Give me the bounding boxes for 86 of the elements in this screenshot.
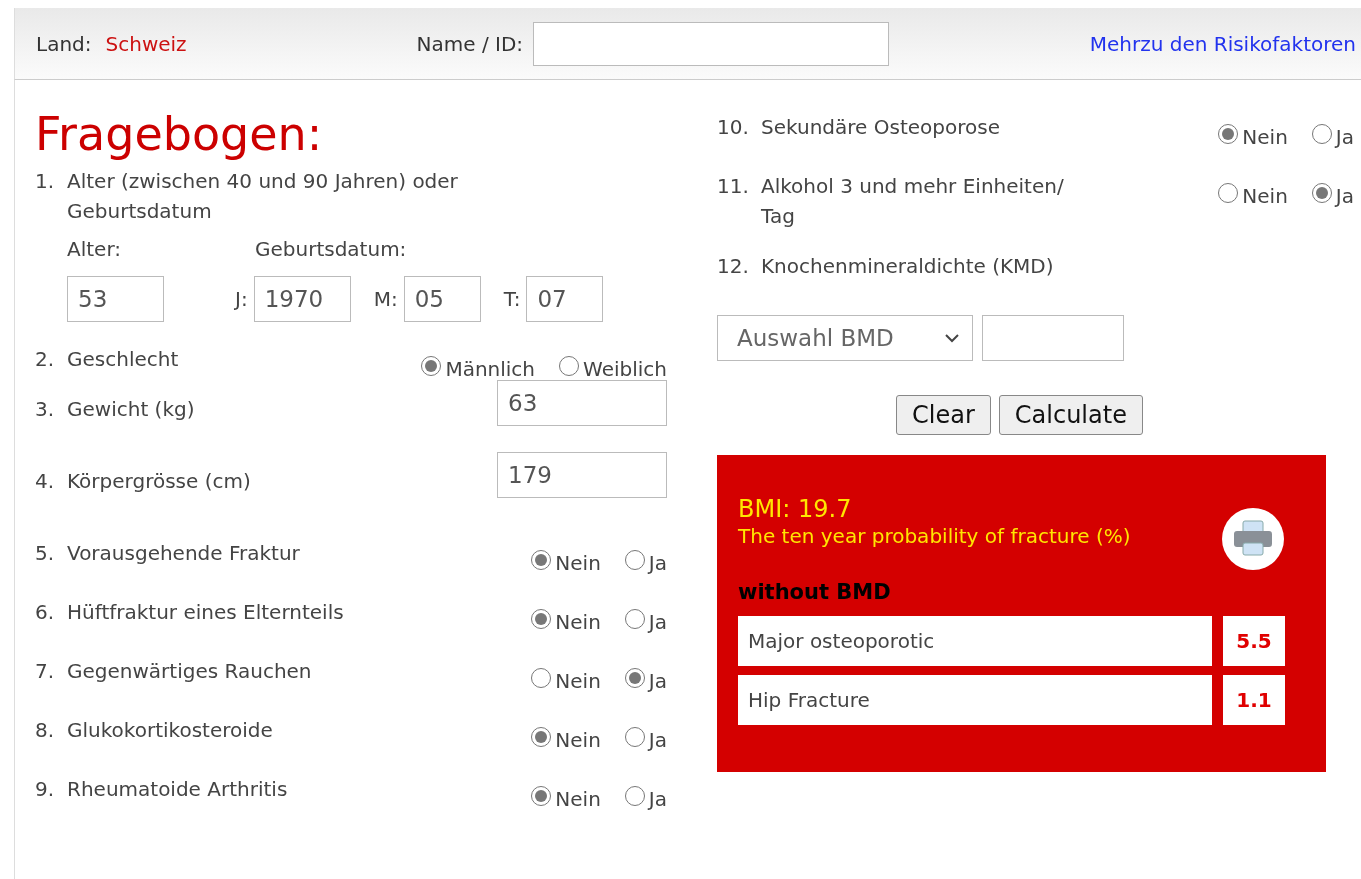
bmd-input[interactable] <box>982 315 1124 361</box>
question-number: 11. <box>717 173 750 200</box>
question-label: Vorausgehende Fraktur <box>67 540 300 567</box>
clear-button[interactable]: Clear <box>896 395 991 435</box>
question-label: Gewicht (kg) <box>67 396 195 423</box>
radio-button[interactable] <box>531 668 552 688</box>
risk-factors-link[interactable]: Mehrzu den Risikofaktoren <box>1089 31 1356 56</box>
number-input[interactable]: 63 <box>497 380 667 426</box>
radio-button[interactable] <box>531 727 552 747</box>
radio-button[interactable] <box>624 550 645 570</box>
question-number: 5. <box>35 540 56 567</box>
question-number: 2. <box>35 346 56 373</box>
date-input[interactable]: 07 <box>526 276 604 322</box>
date-input[interactable]: 05 <box>403 276 481 322</box>
radio-button[interactable] <box>1218 124 1239 144</box>
form-title: Fragebogen: <box>35 106 324 163</box>
radio-button[interactable] <box>624 609 645 629</box>
calculate-button[interactable]: Calculate <box>998 395 1143 435</box>
land-label: Land: <box>36 31 92 56</box>
radio-button[interactable] <box>624 668 645 688</box>
name-label: Name / ID: <box>416 31 524 56</box>
question-label: Körpergrösse (cm) <box>67 468 251 495</box>
radio-label: Nein <box>555 786 601 813</box>
radio-label: Ja <box>648 609 667 636</box>
question-label: Glukokortikosteroide <box>67 717 273 744</box>
question-label: Sekundäre Osteoporose <box>761 114 1000 141</box>
bmi-value: BMI: 19.7 <box>738 495 853 523</box>
question-label: Alkohol 3 und mehr Einheiten/ Tag <box>761 173 1065 230</box>
question-label: Geschlecht <box>67 346 179 373</box>
result-label: Major osteoporotic <box>738 616 1212 666</box>
radio-label: Ja <box>648 668 667 695</box>
chevron-down-icon <box>944 333 960 343</box>
question-number: 9. <box>35 776 56 803</box>
bmd-select[interactable]: Auswahl BMD <box>717 315 973 361</box>
radio-button[interactable] <box>1311 183 1332 203</box>
radio-label: Ja <box>648 727 667 754</box>
name-input[interactable] <box>533 21 890 66</box>
radio-button[interactable] <box>1311 124 1332 144</box>
radio-label: Ja <box>1335 183 1354 210</box>
radio-button[interactable] <box>624 727 645 747</box>
radio-label: Ja <box>1335 124 1354 151</box>
radio-label: Ja <box>648 550 667 577</box>
radio-label: Nein <box>555 550 601 577</box>
question-number: 6. <box>35 599 56 626</box>
radio-label: Ja <box>648 786 667 813</box>
printer-icon[interactable] <box>1221 507 1285 571</box>
date-part-label: T: <box>503 287 521 311</box>
question-number: 3. <box>35 396 56 423</box>
radio-button[interactable] <box>559 356 580 376</box>
radio-label: Nein <box>555 609 601 636</box>
question-label: Knochenmineraldichte (KMD) <box>761 253 1055 280</box>
question-label: Alter (zwischen 40 und 90 Jahren) oder Geburtsdatum <box>67 168 459 225</box>
result-subtitle: The ten year probability of fracture (%) <box>738 523 1131 549</box>
radio-button[interactable] <box>531 550 552 570</box>
result-value: 5.5 <box>1223 616 1285 666</box>
question-number: 8. <box>35 717 56 744</box>
radio-button[interactable] <box>531 609 552 629</box>
radio-label: Nein <box>555 668 601 695</box>
question-number: 1. <box>35 168 56 195</box>
radio-button[interactable] <box>421 356 442 376</box>
radio-label: Nein <box>1242 183 1288 210</box>
result-label: Hip Fracture <box>738 675 1212 725</box>
result-value: 1.1 <box>1223 675 1285 725</box>
number-input[interactable]: 179 <box>497 452 667 498</box>
question-number: 4. <box>35 468 56 495</box>
radio-label: Nein <box>555 727 601 754</box>
land-value: Schweiz <box>105 31 187 56</box>
radio-button[interactable] <box>531 786 552 806</box>
radio-label: Weiblich <box>583 356 667 383</box>
question-number: 12. <box>717 253 750 280</box>
age-label: Alter: <box>67 236 122 263</box>
question-label: Hüftfraktur eines Elternteils <box>67 599 344 626</box>
date-part-label: J: <box>235 287 248 311</box>
question-number: 10. <box>717 114 750 141</box>
question-label: Gegenwärtiges Rauchen <box>67 658 312 685</box>
radio-label: Nein <box>1242 124 1288 151</box>
radio-button[interactable] <box>624 786 645 806</box>
date-part-label: M: <box>373 287 398 311</box>
age-input[interactable]: 53 <box>67 276 164 322</box>
question-number: 7. <box>35 658 56 685</box>
section-heading: without BMD <box>738 579 892 606</box>
radio-button[interactable] <box>1218 183 1239 203</box>
birthdate-label: Geburtsdatum: <box>255 236 408 263</box>
radio-label: Männlich <box>445 356 536 383</box>
question-label: Rheumatoide Arthritis <box>67 776 288 803</box>
date-input[interactable]: 1970 <box>253 276 351 322</box>
